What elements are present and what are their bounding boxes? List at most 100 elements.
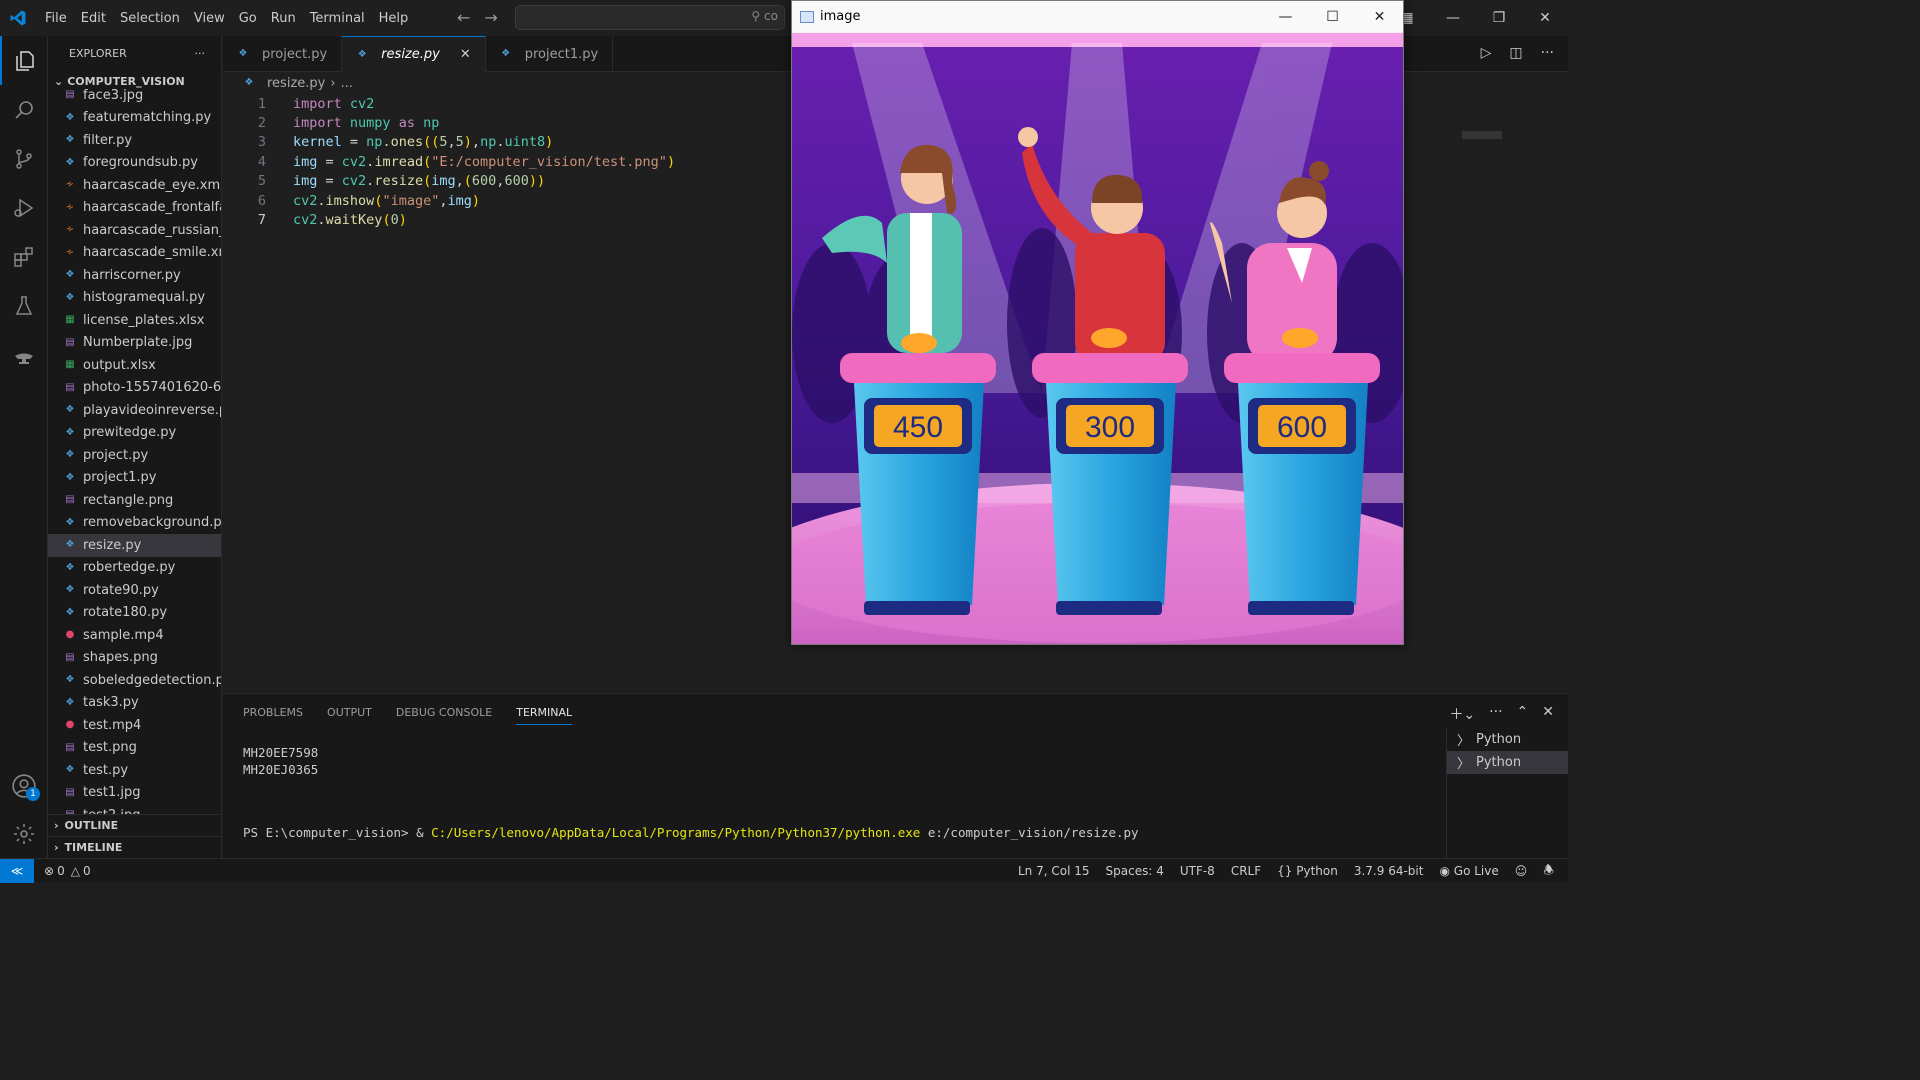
tab-resize-py[interactable]: ❖ resize.py ✕ <box>342 36 486 72</box>
file-item[interactable]: ❖ rotate90.py <box>48 579 221 602</box>
split-editor-icon[interactable]: ◫ <box>1509 45 1522 61</box>
file-item[interactable]: ❖ removebackground.py <box>48 512 221 535</box>
close-icon[interactable]: ✕ <box>1522 10 1568 26</box>
terminal-instance[interactable]: 〉 Python <box>1447 728 1568 751</box>
code-line[interactable]: 3 kernel = np.ones((5,5),np.uint8) <box>223 133 675 152</box>
menu-selection[interactable]: Selection <box>113 11 187 26</box>
indentation[interactable]: Spaces: 4 <box>1106 864 1164 878</box>
terminal-instance[interactable]: 〉 Python <box>1447 751 1568 774</box>
file-item[interactable]: ▦ output.xlsx <box>48 354 221 377</box>
close-icon[interactable]: ✕ <box>1356 1 1403 32</box>
forward-arrow-icon[interactable]: → <box>484 8 497 27</box>
file-item[interactable]: ❖ featurematching.py <box>48 107 221 130</box>
file-item[interactable]: ▤ test1.jpg <box>48 782 221 805</box>
file-item[interactable]: ❖ task3.py <box>48 692 221 715</box>
notifications-bell-icon[interactable]: 🕭 <box>1543 861 1554 882</box>
go-live-button[interactable]: ◉ Go Live <box>1439 864 1498 878</box>
encoding[interactable]: UTF-8 <box>1180 864 1215 878</box>
warning-count[interactable]: 0 <box>83 864 91 878</box>
warning-icon[interactable]: △ <box>71 864 80 878</box>
file-item[interactable]: ▤ face3.jpg <box>48 84 221 107</box>
file-item[interactable]: ▤ test.png <box>48 737 221 760</box>
file-item[interactable]: ❖ rotate180.py <box>48 602 221 625</box>
tab-terminal[interactable]: TERMINAL <box>516 706 573 725</box>
file-item[interactable]: ▤ Numberplate.jpg <box>48 332 221 355</box>
python-interpreter[interactable]: 3.7.9 64-bit <box>1354 864 1424 878</box>
timeline-section[interactable]: › TIMELINE <box>48 836 221 858</box>
breadcrumb-rest[interactable]: ... <box>341 76 353 91</box>
minimap[interactable] <box>1462 131 1502 139</box>
file-item[interactable]: ∻ haarcascade_smile.xml <box>48 242 221 265</box>
tab-output[interactable]: OUTPUT <box>327 706 372 719</box>
tab-problems[interactable]: PROBLEMS <box>243 706 303 719</box>
errors-icon[interactable]: ⊗ <box>44 864 54 878</box>
file-item[interactable]: ❖ project1.py <box>48 467 221 490</box>
close-tab-icon[interactable]: ✕ <box>460 47 471 62</box>
file-item[interactable]: ▤ shapes.png <box>48 647 221 670</box>
run-python-icon[interactable]: ▷ <box>1481 45 1492 61</box>
add-terminal-icon[interactable]: ＋⌄ <box>1449 704 1475 724</box>
search-icon[interactable] <box>0 85 48 134</box>
code-line[interactable]: 6 cv2.imshow("image",img) <box>223 191 675 210</box>
menu-run[interactable]: Run <box>264 11 303 26</box>
tab-project-py[interactable]: ❖ project.py <box>223 36 343 72</box>
extensions-icon[interactable] <box>0 232 48 281</box>
file-item[interactable]: ❖ prewitedge.py <box>48 422 221 445</box>
error-count[interactable]: 0 <box>57 864 65 878</box>
command-center-search[interactable]: ⚲ co <box>515 5 785 30</box>
file-item[interactable]: ❖ sobeledgedetection.py <box>48 669 221 692</box>
file-item[interactable]: ❖ robertedge.py <box>48 557 221 580</box>
image-window[interactable]: image — ☐ ✕ 450 300 600 <box>791 0 1404 645</box>
minimize-icon[interactable]: — <box>1430 10 1476 26</box>
file-item[interactable]: ❖ resize.py <box>48 534 221 557</box>
accounts-icon[interactable]: 1 <box>0 761 48 810</box>
remote-icon[interactable]: ≪ <box>0 858 34 883</box>
file-item[interactable]: ❖ foregroundsub.py <box>48 152 221 175</box>
file-item[interactable]: ▦ license_plates.xlsx <box>48 309 221 332</box>
code-editor[interactable]: 1 import cv2 2 import numpy as np 3 kernel = … <box>223 94 675 230</box>
settings-gear-icon[interactable] <box>0 809 48 858</box>
outline-section[interactable]: › OUTLINE <box>48 814 221 836</box>
file-item[interactable]: ❖ project.py <box>48 444 221 467</box>
more-actions-icon[interactable]: ··· <box>1541 45 1554 61</box>
maximize-icon[interactable]: ☐ <box>1309 1 1356 32</box>
menu-go[interactable]: Go <box>232 11 264 26</box>
feedback-icon[interactable]: ☺ <box>1515 864 1528 878</box>
file-item[interactable]: ▤ rectangle.png <box>48 489 221 512</box>
tab-debug-console[interactable]: DEBUG CONSOLE <box>396 706 492 719</box>
restore-icon[interactable]: ❐ <box>1476 10 1522 26</box>
code-line[interactable]: 5 img = cv2.resize(img,(600,600)) <box>223 172 675 191</box>
explorer-icon[interactable] <box>0 36 48 85</box>
file-item[interactable]: ❖ playavideoinreverse.py <box>48 399 221 422</box>
file-item[interactable]: ∻ haarcascade_frontalfa... <box>48 197 221 220</box>
more-actions-icon[interactable]: ··· <box>1489 704 1502 724</box>
file-item[interactable]: ❖ filter.py <box>48 129 221 152</box>
file-item[interactable]: ∻ haarcascade_eye.xml <box>48 174 221 197</box>
back-arrow-icon[interactable]: ← <box>457 8 470 27</box>
code-line[interactable]: 2 import numpy as np <box>223 113 675 132</box>
menu-edit[interactable]: Edit <box>74 11 113 26</box>
menu-view[interactable]: View <box>187 11 232 26</box>
language-mode[interactable]: {} Python <box>1277 864 1338 878</box>
cursor-position[interactable]: Ln 7, Col 15 <box>1018 864 1090 878</box>
menu-file[interactable]: File <box>38 11 74 26</box>
file-item[interactable]: ● test.mp4 <box>48 714 221 737</box>
more-actions-icon[interactable]: ··· <box>195 47 206 60</box>
menu-help[interactable]: Help <box>372 11 416 26</box>
maximize-panel-icon[interactable]: ⌃ <box>1517 704 1529 724</box>
file-item[interactable]: ▤ photo-1557401620-6... <box>48 377 221 400</box>
code-line[interactable]: 4 img = cv2.imread("E:/computer_vision/te… <box>223 152 675 171</box>
image-window-titlebar[interactable]: image — ☐ ✕ <box>792 1 1403 32</box>
code-line[interactable]: 1 import cv2 <box>223 94 675 113</box>
end-of-line[interactable]: CRLF <box>1231 864 1261 878</box>
file-item[interactable]: ❖ histogramequal.py <box>48 287 221 310</box>
file-item[interactable]: ❖ test.py <box>48 759 221 782</box>
terminal-output[interactable]: MH20EE7598 MH20EJ0365 <box>243 744 318 778</box>
file-item[interactable]: ● sample.mp4 <box>48 624 221 647</box>
file-item[interactable]: ❖ harriscorner.py <box>48 264 221 287</box>
breadcrumb-file[interactable]: resize.py <box>267 76 325 91</box>
python-lamp-icon[interactable] <box>0 330 48 379</box>
source-control-icon[interactable] <box>0 134 48 183</box>
testing-icon[interactable] <box>0 281 48 330</box>
menu-terminal[interactable]: Terminal <box>303 11 372 26</box>
